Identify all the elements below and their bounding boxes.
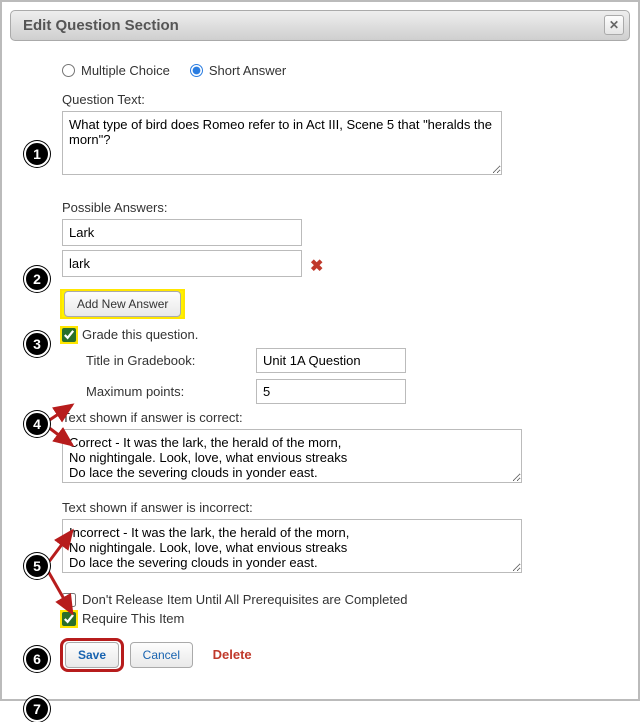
remove-answer-icon[interactable]: ✖ <box>310 256 323 276</box>
multiple-choice-option[interactable]: Multiple Choice <box>62 63 170 78</box>
possible-answers-label: Possible Answers: <box>62 200 630 215</box>
save-button[interactable]: Save <box>65 642 119 668</box>
prereq-label: Don't Release Item Until All Prerequisit… <box>82 592 407 607</box>
multiple-choice-radio[interactable] <box>62 64 75 77</box>
close-icon[interactable]: ✕ <box>604 15 624 35</box>
grade-question-label: Grade this question. <box>82 327 198 342</box>
gradebook-title-label: Title in Gradebook: <box>86 353 236 368</box>
dialog-title: Edit Question Section <box>23 17 179 34</box>
step-badge-7: 7 <box>24 696 50 722</box>
step-badge-4: 4 <box>24 411 50 437</box>
step-badge-2: 2 <box>24 266 50 292</box>
short-answer-radio[interactable] <box>190 64 203 77</box>
answer-input-1[interactable] <box>62 219 302 246</box>
delete-link[interactable]: Delete <box>213 647 252 662</box>
step-badge-3: 3 <box>24 331 50 357</box>
incorrect-feedback-input[interactable] <box>62 519 522 573</box>
step-badge-5: 5 <box>24 553 50 579</box>
multiple-choice-label: Multiple Choice <box>81 63 170 78</box>
dialog-titlebar: Edit Question Section ✕ <box>10 10 630 41</box>
incorrect-feedback-label: Text shown if answer is incorrect: <box>62 500 630 515</box>
short-answer-option[interactable]: Short Answer <box>190 63 286 78</box>
cancel-button[interactable]: Cancel <box>130 642 193 668</box>
require-item-label: Require This Item <box>82 611 184 626</box>
prereq-checkbox[interactable] <box>62 593 76 607</box>
correct-feedback-label: Text shown if answer is correct: <box>62 410 630 425</box>
question-text-input[interactable] <box>62 111 502 175</box>
question-text-label: Question Text: <box>62 92 630 107</box>
step-badge-6: 6 <box>24 646 50 672</box>
correct-feedback-input[interactable] <box>62 429 522 483</box>
require-item-checkbox[interactable] <box>62 612 76 626</box>
step-badge-1: 1 <box>24 141 50 167</box>
question-type-row: Multiple Choice Short Answer <box>62 63 630 78</box>
gradebook-title-input[interactable] <box>256 348 406 373</box>
grade-question-checkbox[interactable] <box>62 328 76 342</box>
maximum-points-input[interactable] <box>256 379 406 404</box>
answer-input-2[interactable] <box>62 250 302 277</box>
add-answer-button[interactable]: Add New Answer <box>64 291 181 317</box>
short-answer-label: Short Answer <box>209 63 286 78</box>
maximum-points-label: Maximum points: <box>86 384 236 399</box>
